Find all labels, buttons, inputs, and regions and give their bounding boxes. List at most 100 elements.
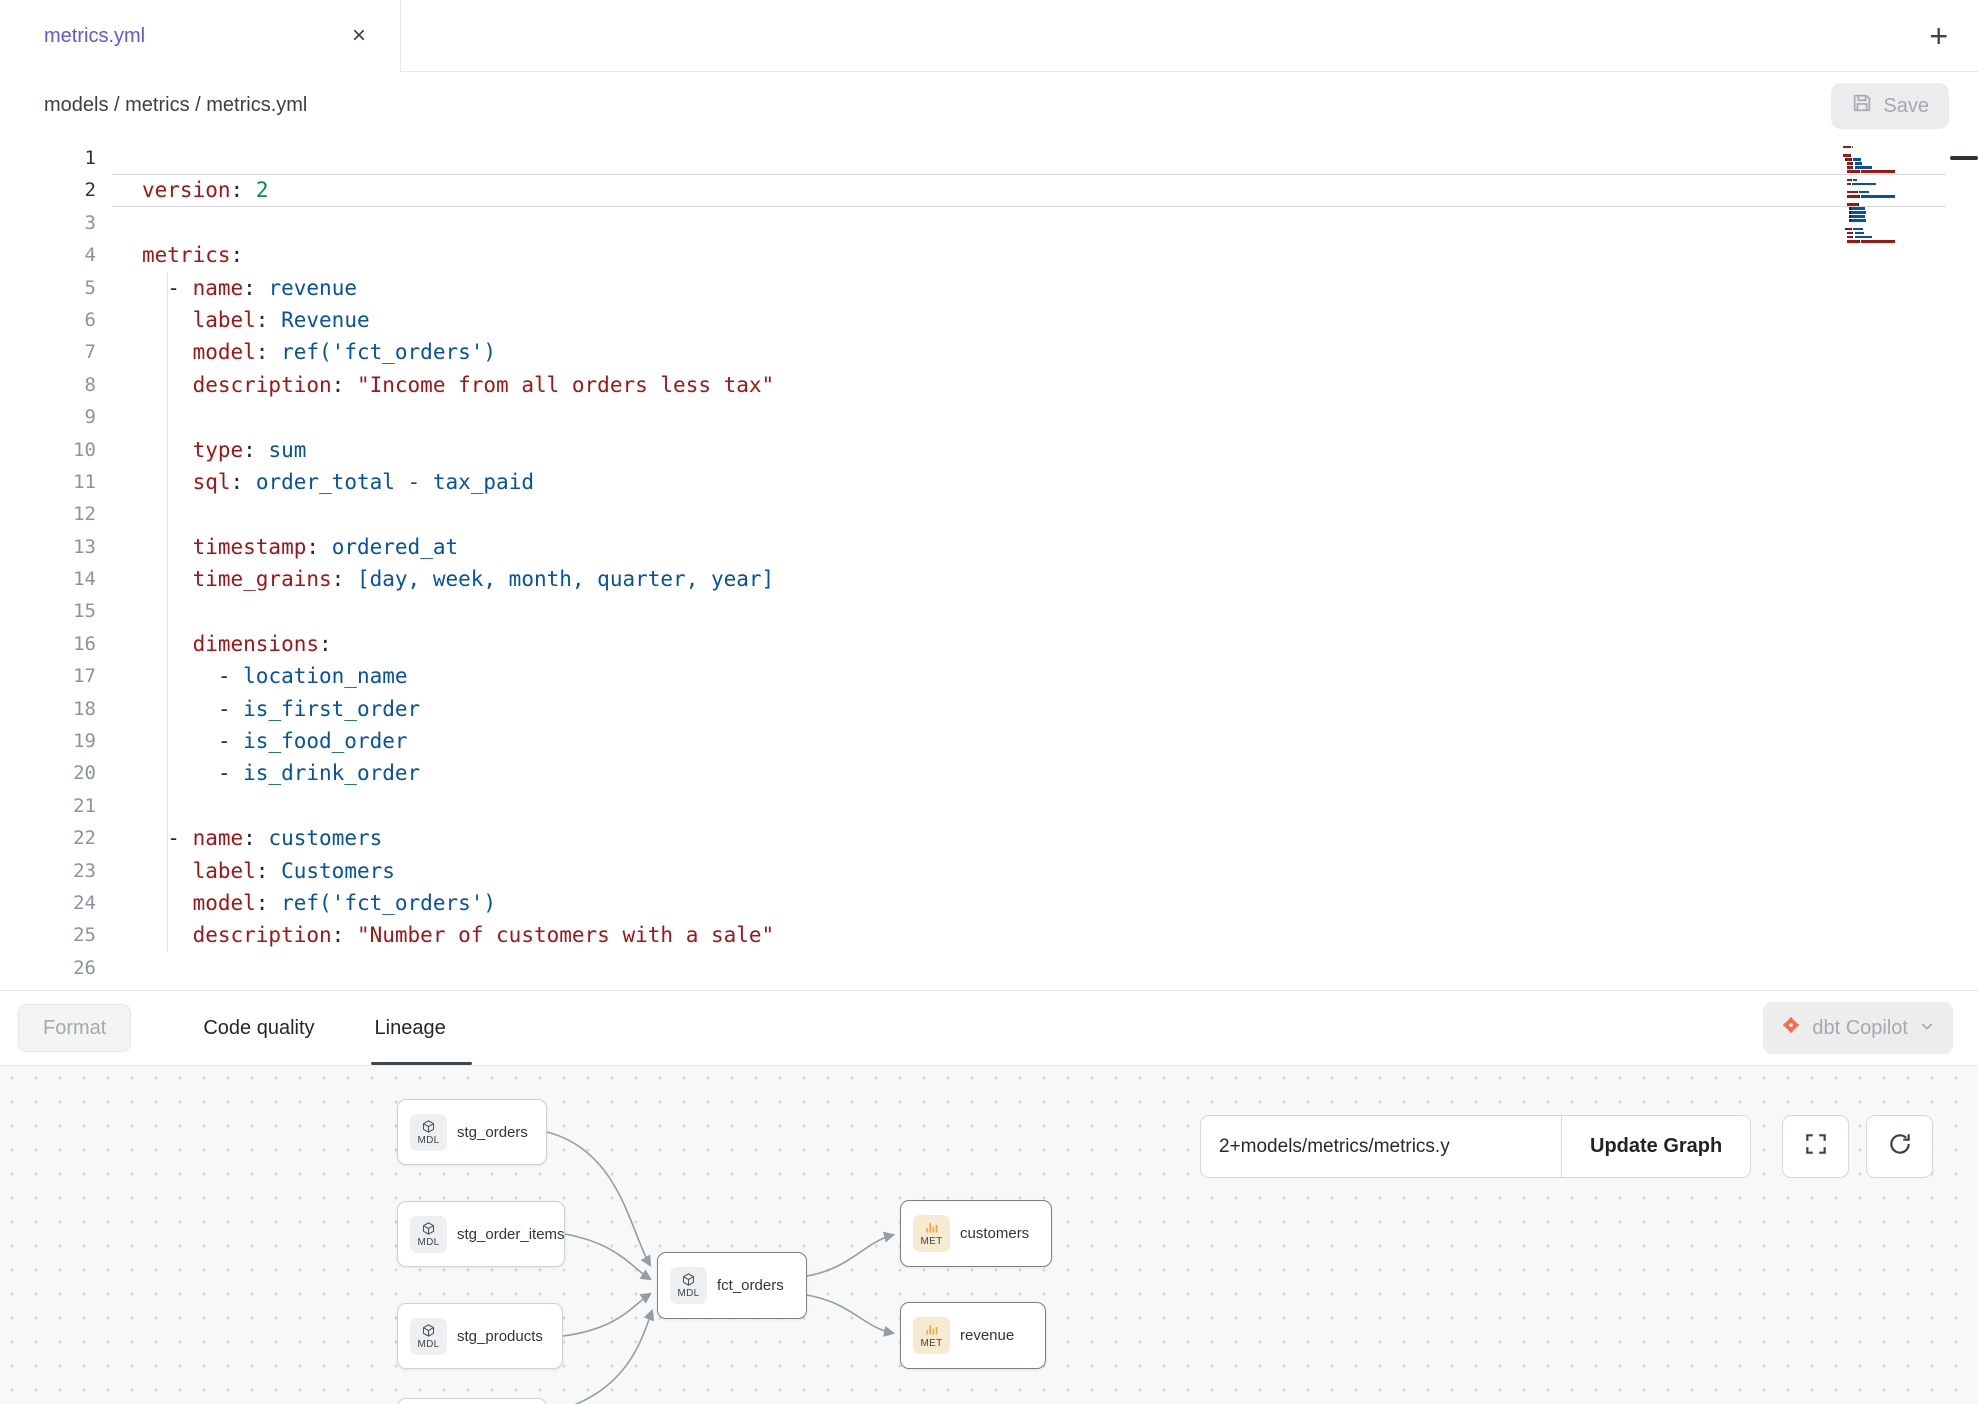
metric-chart-icon: MET bbox=[913, 1215, 950, 1252]
save-icon bbox=[1851, 92, 1873, 120]
code-line[interactable] bbox=[142, 790, 774, 822]
chevron-down-icon bbox=[1919, 1017, 1935, 1040]
line-number: 25 bbox=[0, 919, 96, 951]
lineage-node-stg_products[interactable]: MDL stg_products bbox=[397, 1303, 563, 1369]
model-cube-icon: MDL bbox=[410, 1114, 447, 1151]
line-number: 26 bbox=[0, 952, 96, 984]
line-number: 2 bbox=[0, 174, 96, 206]
dbt-copilot-label: dbt Copilot bbox=[1812, 1017, 1908, 1040]
code-line[interactable] bbox=[142, 498, 774, 530]
lineage-node-stg_order_items[interactable]: MDL stg_order_items bbox=[397, 1201, 565, 1267]
lineage-node-fct_orders[interactable]: MDL fct_orders bbox=[657, 1252, 807, 1319]
line-number: 16 bbox=[0, 628, 96, 660]
node-label: stg_order_items bbox=[457, 1226, 565, 1243]
code-line[interactable]: model: ref('fct_orders') bbox=[142, 336, 774, 368]
tab-code-quality[interactable]: Code quality bbox=[203, 991, 314, 1065]
ide-window: metrics.yml × + models / metrics / metri… bbox=[0, 0, 1978, 1404]
model-cube-icon: MDL bbox=[410, 1318, 447, 1355]
code-line[interactable]: time_grains: [day, week, month, quarter,… bbox=[142, 563, 774, 595]
line-number: 1 bbox=[0, 142, 96, 174]
node-badge-label: MDL bbox=[417, 1237, 439, 1248]
tab-lineage[interactable]: Lineage bbox=[375, 991, 446, 1065]
breadcrumb-row: models / metrics / metrics.yml Save bbox=[0, 72, 1978, 139]
line-number: 6 bbox=[0, 304, 96, 336]
update-graph-button[interactable]: Update Graph bbox=[1561, 1116, 1750, 1177]
bottom-tabs: Code quality Lineage bbox=[203, 991, 445, 1065]
code-line[interactable]: - is_food_order bbox=[142, 725, 774, 757]
save-label: Save bbox=[1883, 95, 1929, 118]
code-line[interactable] bbox=[142, 952, 774, 984]
lineage-node-partial[interactable] bbox=[397, 1398, 547, 1404]
line-number: 11 bbox=[0, 466, 96, 498]
tab-bar-empty-area: + bbox=[401, 0, 1978, 72]
code-line[interactable] bbox=[142, 595, 774, 627]
tab-metrics-yml[interactable]: metrics.yml × bbox=[0, 0, 401, 72]
code-line[interactable]: dimensions: bbox=[142, 628, 774, 660]
code-line[interactable]: - is_first_order bbox=[142, 693, 774, 725]
node-badge-label: MDL bbox=[677, 1288, 699, 1299]
new-tab-button[interactable]: + bbox=[1929, 20, 1948, 52]
node-badge-label: MDL bbox=[417, 1135, 439, 1146]
line-number: 5 bbox=[0, 272, 96, 304]
node-label: fct_orders bbox=[717, 1277, 784, 1294]
refresh-button[interactable] bbox=[1866, 1115, 1933, 1178]
node-label: stg_products bbox=[457, 1328, 543, 1345]
dbt-copilot-button[interactable]: dbt Copilot bbox=[1763, 1002, 1953, 1054]
code-line[interactable]: label: Revenue bbox=[142, 304, 774, 336]
fullscreen-button[interactable] bbox=[1782, 1115, 1849, 1178]
code-line[interactable]: description: "Number of customers with a… bbox=[142, 919, 774, 951]
code-line[interactable]: description: "Income from all orders les… bbox=[142, 369, 774, 401]
code-line[interactable] bbox=[142, 207, 774, 239]
line-number: 23 bbox=[0, 855, 96, 887]
model-cube-icon: MDL bbox=[410, 1216, 447, 1253]
breadcrumb: models / metrics / metrics.yml bbox=[44, 94, 307, 117]
line-number: 14 bbox=[0, 563, 96, 595]
lineage-node-customers[interactable]: METcustomers bbox=[900, 1200, 1052, 1267]
code-line[interactable]: type: sum bbox=[142, 434, 774, 466]
code-line[interactable]: - location_name bbox=[142, 660, 774, 692]
lineage-node-revenue[interactable]: METrevenue bbox=[900, 1302, 1046, 1369]
node-badge-label: MDL bbox=[417, 1339, 439, 1350]
save-button[interactable]: Save bbox=[1831, 83, 1949, 129]
tab-code-quality-label: Code quality bbox=[203, 1017, 314, 1040]
line-number: 7 bbox=[0, 336, 96, 368]
code-line[interactable]: label: Customers bbox=[142, 855, 774, 887]
code-line[interactable]: version: 2 bbox=[142, 174, 774, 206]
code-line[interactable] bbox=[142, 401, 774, 433]
scrollbar-indicator[interactable] bbox=[1950, 156, 1978, 160]
line-number: 22 bbox=[0, 822, 96, 854]
lineage-canvas[interactable]: Update Graph MDLstg_ordersMDLstg_order_i… bbox=[0, 1066, 1978, 1404]
code-line[interactable]: metrics: bbox=[142, 239, 774, 271]
close-icon[interactable]: × bbox=[352, 24, 366, 48]
line-number: 21 bbox=[0, 790, 96, 822]
format-button[interactable]: Format bbox=[18, 1004, 131, 1052]
line-number: 20 bbox=[0, 757, 96, 789]
node-badge-label: MET bbox=[920, 1236, 942, 1247]
code-editor[interactable]: 1234567891011121314151617181920212223242… bbox=[0, 139, 1978, 990]
code-line[interactable]: - name: customers bbox=[142, 822, 774, 854]
code-lines[interactable]: version: 2 metrics: - name: revenue label… bbox=[142, 142, 774, 984]
model-cube-icon: MDL bbox=[670, 1267, 707, 1304]
line-number: 4 bbox=[0, 239, 96, 271]
code-line[interactable]: - name: revenue bbox=[142, 272, 774, 304]
minimap[interactable] bbox=[1843, 141, 1895, 247]
line-number: 9 bbox=[0, 401, 96, 433]
line-number: 8 bbox=[0, 369, 96, 401]
graph-search-group: Update Graph bbox=[1200, 1115, 1751, 1178]
lineage-selector-input[interactable] bbox=[1201, 1116, 1561, 1177]
code-line[interactable]: model: ref('fct_orders') bbox=[142, 887, 774, 919]
tab-bar: metrics.yml × + bbox=[0, 0, 1978, 72]
code-line[interactable]: sql: order_total - tax_paid bbox=[142, 466, 774, 498]
code-line[interactable]: - is_drink_order bbox=[142, 757, 774, 789]
lineage-node-stg_orders[interactable]: MDLstg_orders bbox=[397, 1099, 547, 1165]
code-line[interactable]: timestamp: ordered_at bbox=[142, 531, 774, 563]
gutter: 1234567891011121314151617181920212223242… bbox=[0, 142, 96, 984]
line-number: 3 bbox=[0, 207, 96, 239]
metric-chart-icon: MET bbox=[913, 1317, 950, 1354]
node-badge-label: MET bbox=[920, 1338, 942, 1349]
dbt-copilot-icon bbox=[1781, 1015, 1801, 1041]
bottom-toolbar: Format Code quality Lineage dbt Copilot bbox=[0, 990, 1978, 1066]
fullscreen-icon bbox=[1803, 1131, 1829, 1162]
line-number: 12 bbox=[0, 498, 96, 530]
code-line[interactable] bbox=[142, 142, 774, 174]
